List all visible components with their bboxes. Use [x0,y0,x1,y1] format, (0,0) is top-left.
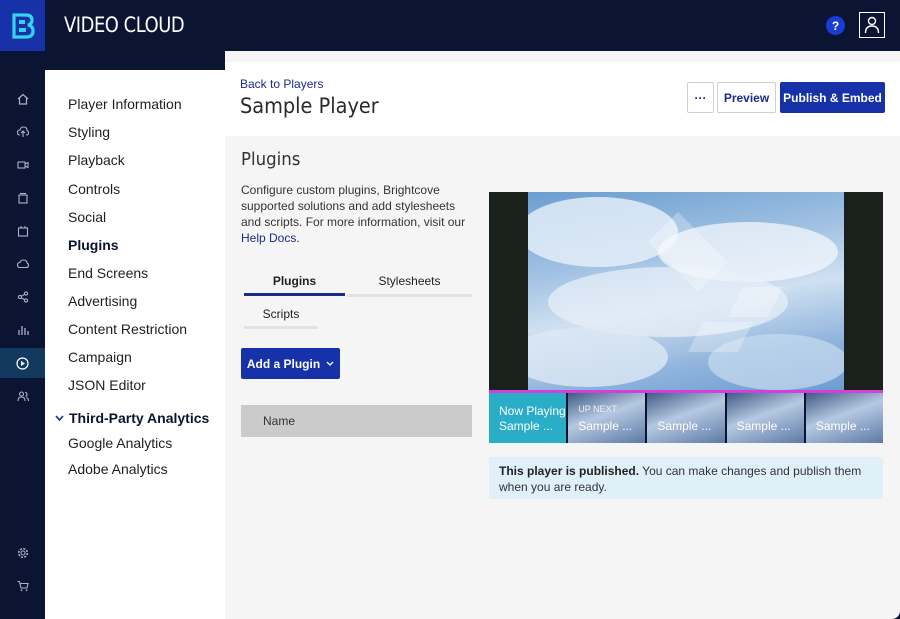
more-options-button[interactable]: ··· [687,82,714,113]
module-rail [0,51,45,619]
home-icon [17,93,28,105]
publish-embed-button[interactable]: Publish & Embed [780,82,885,113]
top-bar: VIDEO CLOUD ? [0,0,900,51]
nav-item-advertising[interactable]: Advertising [68,293,137,309]
published-notice-bold: This player is published. [499,464,640,478]
user-icon [864,16,880,34]
tab-plugins[interactable]: Plugins [244,274,345,288]
chevron-down-icon [326,361,334,366]
playlist-item[interactable]: Sample ... [647,393,725,443]
back-to-players-link[interactable]: Back to Players [240,77,323,91]
nav-item-playback[interactable]: Playback [68,152,125,168]
brightcove-logo-icon [11,12,35,39]
cloud-icon [16,259,29,269]
nav-item-campaign[interactable]: Campaign [68,349,132,365]
nav-item-content-restriction[interactable]: Content Restriction [68,321,187,337]
rail-users[interactable] [0,381,45,411]
nav-item-player-information[interactable]: Player Information [68,96,182,112]
analytics-icon [17,326,29,335]
playlist-item-title: Sample ... [736,419,791,433]
live-icon [17,226,28,237]
chevron-down-icon [55,415,64,421]
third-party-analytics-label: Third-Party Analytics [69,410,210,426]
rail-players[interactable] [0,348,45,378]
rail-home[interactable] [0,84,45,114]
gallery-icon [17,192,28,204]
playlist-item-title: Sample ... [657,419,712,433]
now-playing-label: Now Playing [499,404,566,418]
clouds-video-image [528,197,844,390]
rail-live[interactable] [0,216,45,246]
third-party-analytics-toggle[interactable]: Third-Party Analytics [55,410,209,426]
product-name: VIDEO CLOUD [64,13,185,37]
playlist-item[interactable]: Sample ... [805,393,884,443]
player-preview[interactable] [489,192,883,391]
cart-icon [17,580,29,592]
nav-item-adobe-analytics[interactable]: Adobe Analytics [68,461,168,477]
up-next-label: UP NEXT [578,404,618,414]
users-icon [16,391,29,402]
help-docs-link[interactable]: Help Docs. [241,231,300,245]
add-plugin-button[interactable]: Add a Plugin [241,348,340,379]
playlist-item-title: Sample ... [578,419,633,433]
video-frame [528,192,844,391]
playlist-item-up-next[interactable]: UP NEXT Sample ... [568,393,646,443]
description-text: Configure custom plugins, Brightcove sup… [241,183,466,229]
social-icon [17,291,28,303]
rail-settings[interactable] [0,538,45,568]
rail-analytics[interactable] [0,315,45,345]
players-icon [16,356,29,370]
nav-item-end-screens[interactable]: End Screens [68,265,148,281]
help-button[interactable]: ? [826,16,845,35]
rail-gallery[interactable] [0,183,45,213]
nav-item-google-analytics[interactable]: Google Analytics [68,435,172,451]
settings-icon [17,547,28,559]
playlist-item-title: Sample ... [499,419,554,433]
player-settings-nav: Player Information Styling Playback Cont… [45,70,225,619]
nav-item-json-editor[interactable]: JSON Editor [68,377,146,393]
tab-scripts[interactable]: Scripts [244,307,318,321]
nav-item-plugins[interactable]: Plugins [68,237,119,253]
playlist-item[interactable]: Sample ... [726,393,804,443]
rail-upload[interactable] [0,117,45,147]
page-title: Sample Player [240,94,379,118]
add-plugin-label: Add a Plugin [246,356,321,371]
plugins-description: Configure custom plugins, Brightcove sup… [241,182,473,246]
preview-button[interactable]: Preview [717,82,776,113]
plugins-table-header-name[interactable]: Name [241,405,472,437]
page-header: Back to Players Sample Player ··· Previe… [225,62,900,136]
section-title: Plugins [241,149,301,170]
tab-scripts-underline [244,326,318,329]
media-icon [16,161,29,169]
tab-stylesheets-underline [347,294,472,297]
upload-icon [16,126,29,137]
rail-media[interactable] [0,150,45,180]
tab-plugins-underline [244,293,345,296]
nav-item-styling[interactable]: Styling [68,124,110,140]
rail-social[interactable] [0,282,45,312]
nav-item-social[interactable]: Social [68,209,106,225]
tab-stylesheets[interactable]: Stylesheets [347,274,472,288]
nav-item-controls[interactable]: Controls [68,181,120,197]
rail-cloud[interactable] [0,249,45,279]
playlist-item-title: Sample ... [815,419,870,433]
user-menu-button[interactable] [859,12,885,38]
playlist-item-now-playing[interactable]: Now Playing Sample ... [489,393,567,443]
playlist-strip: Now Playing Sample ... UP NEXT Sample ..… [489,393,884,443]
published-notice: This player is published. You can make c… [489,457,883,499]
brightcove-logo[interactable] [0,0,45,51]
rail-cart[interactable] [0,571,45,601]
